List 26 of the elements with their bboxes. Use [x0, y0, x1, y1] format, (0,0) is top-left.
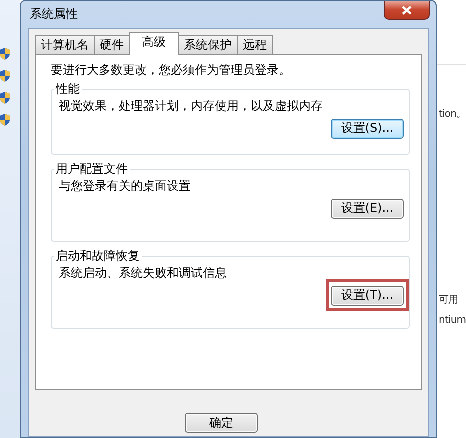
close-button[interactable] — [384, 1, 430, 20]
group-description: 系统启动、系统失败和调试信息 — [59, 265, 228, 282]
shield-icon — [0, 48, 10, 60]
tab[interactable]: 高级 — [129, 32, 179, 55]
settings-button[interactable]: 设置(T)... — [331, 286, 404, 306]
background-text: ntium — [439, 315, 466, 326]
tab[interactable]: 系统保护 — [178, 35, 238, 55]
admin-notice: 要进行大多数更改，您必须作为管理员登录。 — [51, 62, 292, 79]
background-text: 可用 — [439, 294, 458, 307]
tab[interactable]: 硬件 — [94, 35, 130, 55]
close-icon — [402, 6, 412, 14]
group-title: 用户配置文件 — [55, 161, 129, 178]
ok-button[interactable]: 确定 — [185, 413, 258, 433]
shield-icon — [0, 70, 10, 82]
window-title: 系统属性 — [30, 6, 78, 23]
shield-icon — [0, 114, 10, 126]
group-title: 启动和故障恢复 — [55, 248, 141, 265]
shield-icon — [0, 92, 10, 104]
group-description: 视觉效果，处理器计划，内存使用，以及虚拟内存 — [59, 98, 324, 115]
group-title: 性能 — [54, 81, 81, 98]
settings-button[interactable]: 设置(S)... — [331, 118, 404, 138]
group-description: 与您登录有关的桌面设置 — [59, 178, 192, 195]
tab[interactable]: 远程 — [237, 35, 273, 55]
background-text: tion。 — [439, 108, 466, 121]
tab[interactable]: 计算机名 — [35, 35, 95, 55]
settings-button[interactable]: 设置(E)... — [331, 198, 404, 218]
